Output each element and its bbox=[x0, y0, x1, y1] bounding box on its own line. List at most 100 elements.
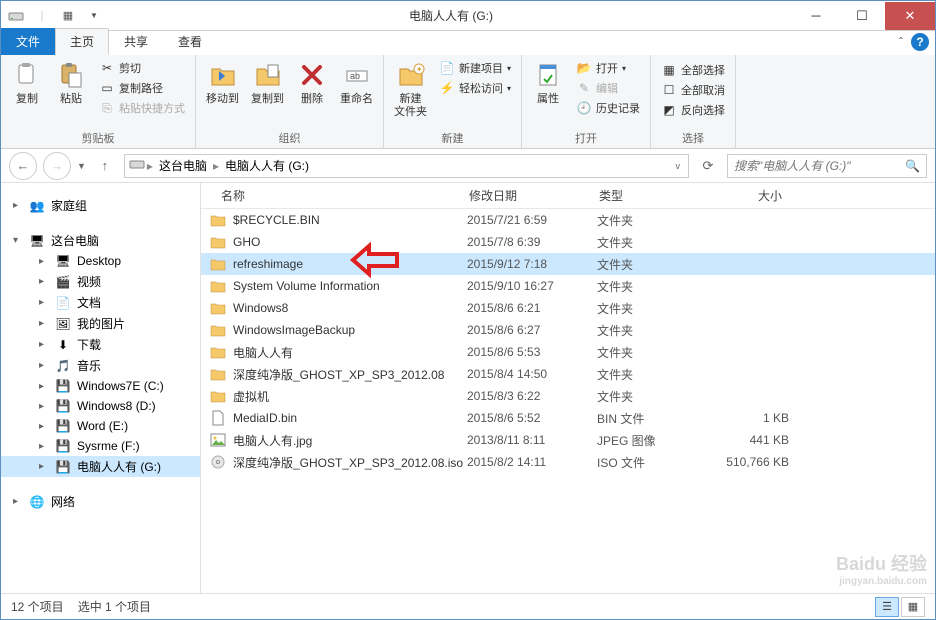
file-size: 510,766 KB bbox=[697, 455, 797, 469]
breadcrumb[interactable]: ▸ 这台电脑 ▸ 电脑人人有 (G:) v bbox=[124, 154, 689, 178]
nav-item[interactable]: ▸🖼我的图片 bbox=[1, 313, 200, 334]
properties-button[interactable]: 属性 bbox=[528, 57, 568, 108]
nav-item[interactable]: ▸💾Word (E:) bbox=[1, 416, 200, 436]
nav-item[interactable]: ▸💾Windows7E (C:) bbox=[1, 376, 200, 396]
nav-item[interactable]: ▸💾Windows8 (D:) bbox=[1, 396, 200, 416]
tab-file[interactable]: 文件 bbox=[1, 28, 55, 55]
invert-select-button[interactable]: ◩反向选择 bbox=[657, 101, 729, 119]
ribbon-group-organize: 移动到 复制到 删除 ab重命名 组织 bbox=[196, 55, 384, 148]
file-date: 2015/8/6 6:21 bbox=[467, 301, 597, 315]
nav-network[interactable]: ▸🌐网络 bbox=[1, 491, 200, 512]
nav-item[interactable]: ▸📄文档 bbox=[1, 292, 200, 313]
select-none-button[interactable]: ☐全部取消 bbox=[657, 81, 729, 99]
edit-button[interactable]: ✎编辑 bbox=[572, 79, 644, 97]
help-icon[interactable]: ? bbox=[911, 33, 929, 51]
easy-access-button[interactable]: ⚡轻松访问 ▾ bbox=[435, 79, 515, 97]
tab-share[interactable]: 共享 bbox=[109, 28, 163, 55]
cut-button[interactable]: ✂剪切 bbox=[95, 59, 189, 77]
file-rows[interactable]: $RECYCLE.BIN2015/7/21 6:59文件夹GHO2015/7/8… bbox=[201, 209, 935, 593]
file-row[interactable]: 电脑人人有2015/8/6 5:53文件夹 bbox=[201, 341, 935, 363]
copy-path-button[interactable]: ▭复制路径 bbox=[95, 79, 189, 97]
file-row[interactable]: 深度纯净版_GHOST_XP_SP3_2012.082015/8/4 14:50… bbox=[201, 363, 935, 385]
file-row[interactable]: refreshimage2015/9/12 7:18文件夹 bbox=[201, 253, 935, 275]
recent-dropdown-icon[interactable]: ▼ bbox=[77, 161, 86, 171]
navigation-pane[interactable]: ▸👥家庭组 ▾🖥这台电脑 ▸🖥Desktop▸🎬视频▸📄文档▸🖼我的图片▸⬇下载… bbox=[1, 183, 201, 593]
chevron-right-icon[interactable]: ▸ bbox=[39, 461, 49, 472]
select-all-button[interactable]: ▦全部选择 bbox=[657, 61, 729, 79]
chevron-right-icon[interactable]: ▸ bbox=[147, 159, 153, 173]
chevron-right-icon[interactable]: ▸ bbox=[39, 360, 49, 371]
chevron-down-icon[interactable]: ▾ bbox=[13, 235, 23, 246]
file-row[interactable]: MediaID.bin2015/8/6 5:52BIN 文件1 KB bbox=[201, 407, 935, 429]
file-row[interactable]: GHO2015/7/8 6:39文件夹 bbox=[201, 231, 935, 253]
chevron-right-icon[interactable]: ▸ bbox=[39, 256, 49, 267]
maximize-button[interactable]: ☐ bbox=[839, 2, 885, 30]
forward-button[interactable]: → bbox=[43, 152, 71, 180]
copy-to-button[interactable]: 复制到 bbox=[247, 57, 288, 108]
nav-item[interactable]: ▸💾Sysrme (F:) bbox=[1, 436, 200, 456]
view-details-button[interactable]: ☰ bbox=[875, 597, 899, 617]
move-to-button[interactable]: 移动到 bbox=[202, 57, 243, 108]
search-input[interactable] bbox=[734, 159, 905, 173]
nav-item[interactable]: ▸🎬视频 bbox=[1, 271, 200, 292]
rename-button[interactable]: ab重命名 bbox=[336, 57, 377, 108]
chevron-right-icon[interactable]: ▸ bbox=[39, 401, 49, 412]
file-row[interactable]: 深度纯净版_GHOST_XP_SP3_2012.08.iso2015/8/2 1… bbox=[201, 451, 935, 473]
chevron-right-icon[interactable]: ▸ bbox=[39, 297, 49, 308]
address-dropdown-icon[interactable]: v bbox=[672, 161, 685, 171]
close-button[interactable]: ✕ bbox=[885, 2, 935, 30]
chevron-right-icon[interactable]: ▸ bbox=[39, 276, 49, 287]
column-size[interactable]: 大小 bbox=[691, 187, 791, 204]
new-item-button[interactable]: 📄新建项目 ▾ bbox=[435, 59, 515, 77]
paste-button[interactable]: 粘贴 bbox=[51, 57, 91, 108]
view-icons-button[interactable]: ▦ bbox=[901, 597, 925, 617]
chevron-right-icon[interactable]: ▸ bbox=[39, 381, 49, 392]
file-type: 文件夹 bbox=[597, 212, 697, 229]
tab-home[interactable]: 主页 bbox=[55, 28, 109, 55]
qat-properties-icon[interactable]: ▦ bbox=[57, 5, 79, 27]
file-date: 2015/8/6 6:27 bbox=[467, 323, 597, 337]
file-name: 深度纯净版_GHOST_XP_SP3_2012.08 bbox=[233, 366, 467, 383]
nav-item[interactable]: ▸🎵音乐 bbox=[1, 355, 200, 376]
nav-item[interactable]: ▸🖥Desktop bbox=[1, 251, 200, 271]
tab-view[interactable]: 查看 bbox=[163, 28, 217, 55]
column-name[interactable]: 名称 bbox=[201, 187, 461, 204]
search-box[interactable]: 🔍 bbox=[727, 154, 927, 178]
column-type[interactable]: 类型 bbox=[591, 187, 691, 204]
file-row[interactable]: System Volume Information2015/9/10 16:27… bbox=[201, 275, 935, 297]
search-icon[interactable]: 🔍 bbox=[905, 159, 920, 173]
chevron-right-icon[interactable]: ▸ bbox=[39, 421, 49, 432]
back-button[interactable]: ← bbox=[9, 152, 37, 180]
nav-homegroup[interactable]: ▸👥家庭组 bbox=[1, 195, 200, 216]
crumb-this-pc[interactable]: 这台电脑 bbox=[155, 157, 211, 174]
minimize-button[interactable]: ─ bbox=[793, 2, 839, 30]
file-row[interactable]: Windows82015/8/6 6:21文件夹 bbox=[201, 297, 935, 319]
file-row[interactable]: 电脑人人有.jpg2013/8/11 8:11JPEG 图像441 KB bbox=[201, 429, 935, 451]
paste-shortcut-button[interactable]: ⎘粘贴快捷方式 bbox=[95, 99, 189, 117]
chevron-right-icon[interactable]: ▸ bbox=[213, 159, 219, 173]
history-button[interactable]: 🕘历史记录 bbox=[572, 99, 644, 117]
window-title: 电脑人人有 (G:) bbox=[109, 7, 793, 24]
delete-button[interactable]: 删除 bbox=[292, 57, 332, 108]
chevron-right-icon[interactable]: ▸ bbox=[13, 496, 23, 507]
chevron-right-icon[interactable]: ▸ bbox=[13, 200, 23, 211]
new-folder-button[interactable]: ✦新建 文件夹 bbox=[390, 57, 431, 121]
file-row[interactable]: WindowsImageBackup2015/8/6 6:27文件夹 bbox=[201, 319, 935, 341]
copy-button[interactable]: 复制 bbox=[7, 57, 47, 108]
up-button[interactable]: ↑ bbox=[92, 153, 118, 179]
nav-item[interactable]: ▸⬇下载 bbox=[1, 334, 200, 355]
nav-item[interactable]: ▸💾电脑人人有 (G:) bbox=[1, 456, 200, 477]
nav-this-pc[interactable]: ▾🖥这台电脑 bbox=[1, 230, 200, 251]
chevron-right-icon[interactable]: ▸ bbox=[39, 441, 49, 452]
chevron-right-icon[interactable]: ▸ bbox=[39, 339, 49, 350]
file-row[interactable]: $RECYCLE.BIN2015/7/21 6:59文件夹 bbox=[201, 209, 935, 231]
column-date[interactable]: 修改日期 bbox=[461, 187, 591, 204]
qat-dropdown-icon[interactable]: ▼ bbox=[83, 5, 105, 27]
chevron-right-icon[interactable]: ▸ bbox=[39, 318, 49, 329]
open-button[interactable]: 📂打开 ▾ bbox=[572, 59, 644, 77]
minimize-ribbon-icon[interactable]: ˆ bbox=[899, 35, 903, 49]
refresh-button[interactable]: ⟳ bbox=[695, 153, 721, 179]
file-row[interactable]: 虚拟机2015/8/3 6:22文件夹 bbox=[201, 385, 935, 407]
file-date: 2015/9/10 16:27 bbox=[467, 279, 597, 293]
crumb-drive[interactable]: 电脑人人有 (G:) bbox=[221, 157, 313, 174]
